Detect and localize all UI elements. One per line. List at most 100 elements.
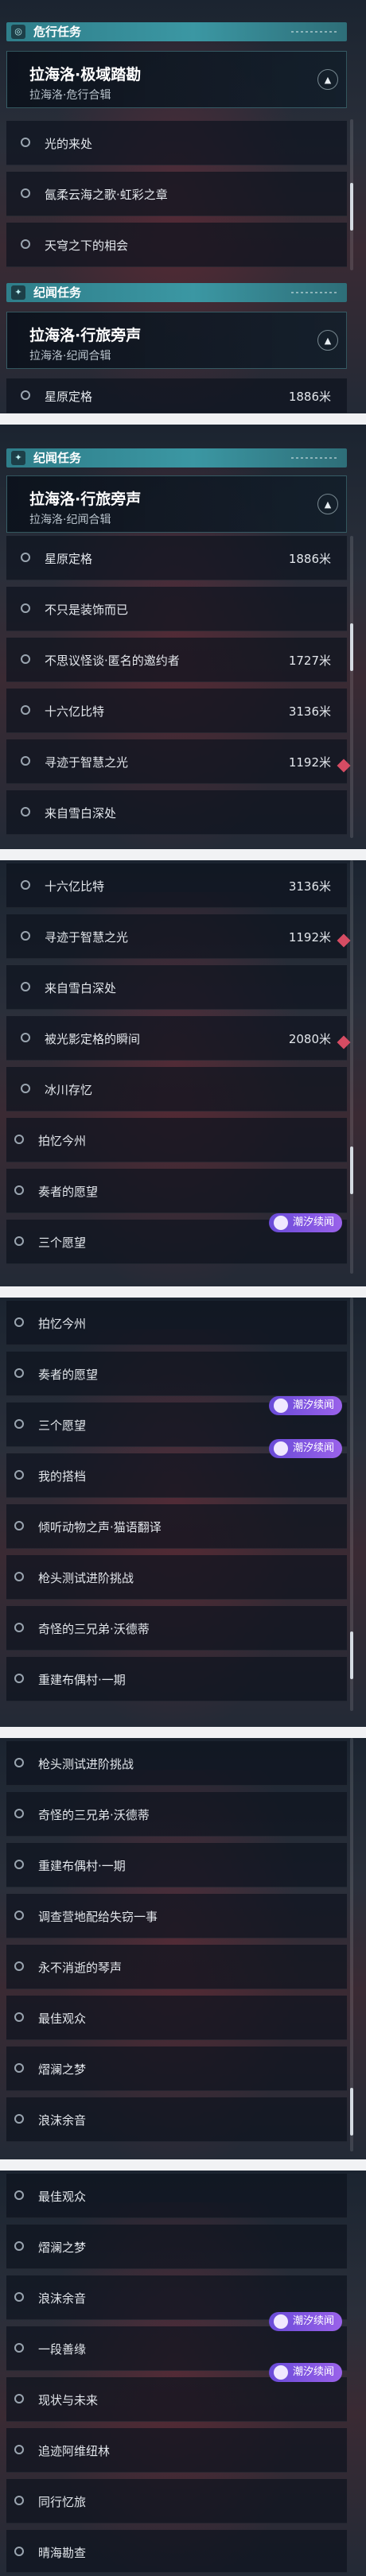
quest-title: 拍忆今州 bbox=[38, 1317, 87, 1331]
quest-row[interactable]: 十六亿比特 3136米 bbox=[6, 863, 347, 908]
chapter-subtitle: 拉海洛·纪闻合辑 bbox=[29, 514, 111, 526]
circle-icon bbox=[21, 390, 30, 400]
chapter-card-legend[interactable]: 拉海洛·极域踏勘 拉海洛·危行合辑 ▲ bbox=[6, 51, 347, 108]
quest-row[interactable]: 不思议怪谈·匿名的邀约者 1727米 bbox=[6, 638, 347, 682]
scrollbar-thumb[interactable] bbox=[350, 183, 353, 231]
quest-row[interactable]: 十六亿比特 3136米 bbox=[6, 689, 347, 733]
quest-title: 追迹阿维纽林 bbox=[38, 2444, 111, 2458]
quest-row[interactable]: 我的搭档 潮汐续闻 bbox=[6, 1439, 347, 1498]
quest-row[interactable]: 追迹阿维纽林 bbox=[6, 2428, 347, 2473]
scrollbar[interactable] bbox=[350, 119, 353, 270]
screenshot-panel-1: ◎ 危行任务 拉海洛·极域踏勘 拉海洛·危行合辑 ▲ 光的来处 氤柔云海之歌·虹… bbox=[0, 0, 366, 413]
circle-icon bbox=[14, 1860, 24, 1869]
quest-row[interactable]: 来自雪白深处 bbox=[6, 790, 347, 835]
quest-row[interactable]: 被光影定格的瞬间 2080米 bbox=[6, 1016, 351, 1061]
chevron-up-icon[interactable]: ▲ bbox=[317, 330, 338, 351]
quest-row[interactable]: 寻迹于智慧之光 1192米 bbox=[6, 739, 351, 784]
circle-icon bbox=[21, 188, 30, 198]
quest-row[interactable]: 最佳观众 bbox=[6, 2174, 347, 2218]
quest-row[interactable]: 拍忆今州 bbox=[6, 1301, 347, 1345]
scrollbar-thumb[interactable] bbox=[350, 2088, 353, 2136]
quest-row[interactable]: 不只是装饰而已 bbox=[6, 587, 347, 631]
section-header-legend[interactable]: ◎ 危行任务 bbox=[6, 22, 347, 41]
quest-row[interactable]: 同行忆旅 bbox=[6, 2479, 347, 2524]
quest-row[interactable]: 奇怪的三兄弟·沃德蒂 bbox=[6, 1606, 347, 1651]
scrollbar-thumb[interactable] bbox=[350, 623, 353, 671]
quest-row[interactable]: 倾听动物之声·猫语翻译 bbox=[6, 1504, 347, 1549]
quest-title: 寻迹于智慧之光 bbox=[45, 930, 129, 945]
tide-tag-label: 潮汐续闻 bbox=[293, 2315, 335, 2327]
circle-icon bbox=[21, 1084, 30, 1093]
scrollbar[interactable] bbox=[350, 860, 353, 1274]
quest-row[interactable]: 光的来处 bbox=[6, 121, 347, 165]
quest-row[interactable]: 奏者的愿望 bbox=[6, 1352, 347, 1396]
circle-icon bbox=[14, 2190, 24, 2200]
section-header-world[interactable]: ✦ 纪闻任务 bbox=[6, 448, 347, 467]
quest-row[interactable]: 寻迹于智慧之光 1192米 bbox=[6, 914, 351, 959]
tide-tag-label: 潮汐续闻 bbox=[293, 1442, 335, 1454]
quest-row[interactable]: 来自雪白深处 bbox=[6, 965, 347, 1010]
quest-row[interactable]: 奏者的愿望 bbox=[6, 1169, 347, 1213]
chevron-up-icon[interactable]: ▲ bbox=[317, 494, 338, 514]
quest-title: 熠澜之梦 bbox=[38, 2240, 87, 2255]
quest-title: 枪头测试进阶挑战 bbox=[38, 1757, 134, 1771]
section-header-world[interactable]: ✦ 纪闻任务 bbox=[6, 283, 347, 302]
quest-row[interactable]: 拍忆今州 bbox=[6, 1118, 347, 1162]
quest-title: 浪沫余音 bbox=[38, 2113, 87, 2128]
circle-icon bbox=[14, 1236, 24, 1246]
quest-row[interactable]: 重建布偶村·一期 bbox=[6, 1657, 347, 1701]
quest-row[interactable]: 奇怪的三兄弟·沃德蒂 bbox=[6, 1792, 347, 1837]
diamond-marker-icon bbox=[337, 933, 351, 948]
quest-title: 同行忆旅 bbox=[38, 2495, 87, 2509]
circle-icon bbox=[14, 2114, 24, 2124]
quest-row[interactable]: 枪头测试进阶挑战 bbox=[6, 1741, 347, 1786]
circle-icon bbox=[14, 1368, 24, 1378]
scrollbar-thumb[interactable] bbox=[350, 1146, 353, 1194]
quest-distance: 1192米 bbox=[288, 930, 331, 945]
screenshot-panel-3: 十六亿比特 3136米 寻迹于智慧之光 1192米 来自雪白深处 被光影定格的瞬… bbox=[0, 860, 366, 1286]
circle-icon bbox=[21, 1033, 30, 1042]
quest-row[interactable]: 调查营地配给失窃一事 bbox=[6, 1894, 347, 1938]
quest-title: 枪头测试进阶挑战 bbox=[38, 1571, 134, 1585]
scrollbar[interactable] bbox=[350, 536, 353, 838]
chapter-card-world[interactable]: 拉海洛·行旅旁声 拉海洛·纪闻合辑 ▲ bbox=[6, 312, 347, 369]
quest-row[interactable]: 重建布偶村·一期 bbox=[6, 1843, 347, 1887]
circle-icon bbox=[14, 1623, 24, 1632]
section-title: 危行任务 bbox=[33, 25, 82, 39]
quest-title: 永不消逝的琴声 bbox=[38, 1961, 123, 1975]
quest-row[interactable]: 最佳观众 bbox=[6, 1996, 347, 2040]
quest-row[interactable]: 浪沫余音 bbox=[6, 2097, 347, 2142]
tide-tag-label: 潮汐续闻 bbox=[293, 2366, 335, 2378]
quest-row[interactable]: 永不消逝的琴声 bbox=[6, 1945, 347, 1989]
quest-row[interactable]: 枪头测试进阶挑战 bbox=[6, 1555, 347, 1600]
header-decoration bbox=[291, 457, 339, 459]
chapter-subtitle: 拉海洛·危行合辑 bbox=[29, 89, 111, 102]
screenshot-panel-5: 枪头测试进阶挑战 奇怪的三兄弟·沃德蒂 重建布偶村·一期 调查营地配给失窃一事 … bbox=[0, 1738, 366, 2159]
chevron-up-icon[interactable]: ▲ bbox=[317, 69, 338, 90]
scrollbar[interactable] bbox=[350, 1738, 353, 2151]
circle-icon bbox=[14, 1809, 24, 1818]
quest-row[interactable]: 晴海勘查 bbox=[6, 2530, 347, 2573]
quest-title: 不只是装饰而已 bbox=[45, 603, 129, 617]
quest-title: 浪沫余音 bbox=[38, 2291, 87, 2306]
quest-log-screenshots: ◎ 危行任务 拉海洛·极域踏勘 拉海洛·危行合辑 ▲ 光的来处 氤柔云海之歌·虹… bbox=[0, 0, 366, 2576]
scrollbar-thumb[interactable] bbox=[350, 1631, 353, 1679]
quest-row[interactable]: 星原定格 1886米 bbox=[6, 536, 347, 580]
quest-row[interactable]: 星原定格 1886米 bbox=[6, 378, 347, 413]
quest-row[interactable]: 熠澜之梦 bbox=[6, 2225, 347, 2269]
quest-title: 现状与未来 bbox=[38, 2393, 99, 2407]
chapter-card-world[interactable]: 拉海洛·行旅旁声 拉海洛·纪闻合辑 ▲ bbox=[6, 475, 347, 533]
scrollbar[interactable] bbox=[350, 1298, 353, 1711]
header-decoration bbox=[291, 31, 339, 33]
quest-row[interactable]: 熠澜之梦 bbox=[6, 2046, 347, 2091]
diamond-marker-icon bbox=[337, 1035, 351, 1049]
quest-title: 倾听动物之声·猫语翻译 bbox=[38, 1520, 162, 1534]
quest-row[interactable]: 冰川存忆 bbox=[6, 1067, 347, 1111]
quest-row[interactable]: 氤柔云海之歌·虹彩之章 bbox=[6, 172, 347, 216]
quest-row[interactable]: 现状与未来 潮汐续闻 bbox=[6, 2363, 347, 2422]
chapter-subtitle: 拉海洛·纪闻合辑 bbox=[29, 350, 111, 363]
quest-title: 重建布偶村·一期 bbox=[38, 1673, 126, 1687]
circle-icon bbox=[14, 2496, 24, 2505]
quest-row[interactable]: 天穹之下的相会 bbox=[6, 223, 347, 267]
quest-row[interactable]: 三个愿望 潮汐续闻 bbox=[6, 1213, 347, 1264]
